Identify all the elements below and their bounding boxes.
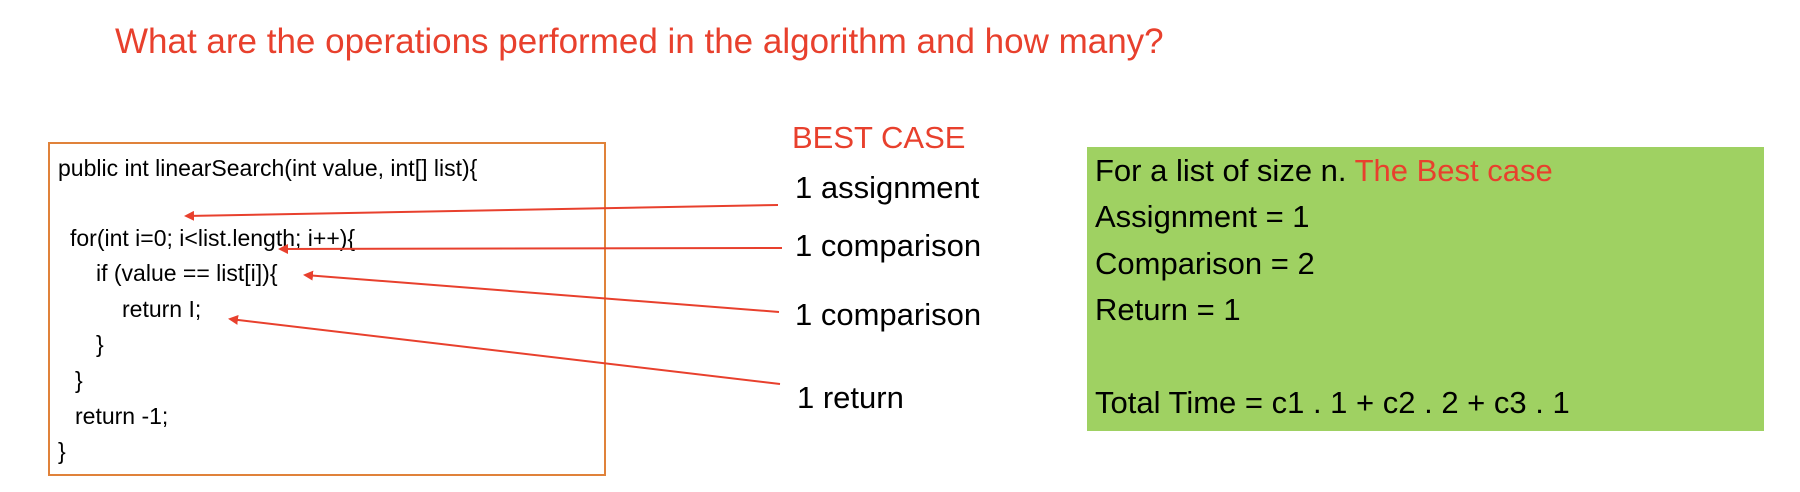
summary-intro-line: For a list of size n. The Best case bbox=[1095, 151, 1553, 191]
summary-best-case-highlight: The Best case bbox=[1354, 153, 1553, 188]
summary-assignment: Assignment = 1 bbox=[1095, 199, 1310, 234]
summary-return: Return = 1 bbox=[1095, 292, 1241, 327]
summary-intro: For a list of size n. bbox=[1095, 153, 1347, 188]
summary-comparison: Comparison = 2 bbox=[1095, 246, 1315, 281]
best-case-summary-box: For a list of size n. The Best case Assi… bbox=[1087, 147, 1764, 431]
summary-total-time: Total Time = c1 . 1 + c2 . 2 + c3 . 1 bbox=[1095, 385, 1570, 420]
arrow-loop-comparison bbox=[278, 243, 783, 254]
arrow-return bbox=[228, 314, 781, 385]
arrow-if-comparison bbox=[303, 270, 780, 313]
arrow-assignment bbox=[184, 204, 779, 221]
